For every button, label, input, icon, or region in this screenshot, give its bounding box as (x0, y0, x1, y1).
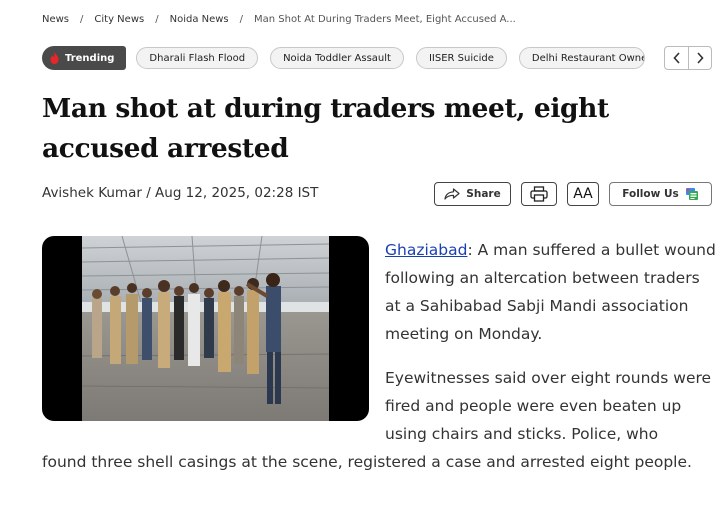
breadcrumb-noida-news[interactable]: Noida News (170, 14, 229, 25)
breadcrumb-separator: / (239, 13, 244, 25)
chevron-left-icon (672, 52, 680, 64)
follow-us-button[interactable]: Follow Us (609, 182, 712, 206)
trending-chip[interactable]: IISER Suicide (415, 47, 507, 69)
print-icon (530, 186, 548, 202)
trending-scroll-controls (664, 46, 712, 70)
breadcrumb-separator: / (155, 13, 159, 25)
trending-chip[interactable]: Dharali Flash Flood (136, 47, 259, 69)
article-paragraph: Eyewitnesses said over eight rounds were… (385, 369, 712, 443)
print-button[interactable] (521, 182, 557, 206)
share-button[interactable]: Share (434, 182, 511, 206)
share-label: Share (466, 188, 501, 200)
article-byline: Avishek Kumar / Aug 12, 2025, 02:28 IST (42, 185, 319, 201)
trending-chip[interactable]: Delhi Restaurant Owne (518, 47, 645, 69)
google-news-icon (685, 188, 698, 200)
breadcrumb-separator: / (80, 13, 84, 25)
trending-topics: Dharali Flash Flood Noida Toddler Assaul… (136, 47, 648, 69)
trending-bar: Trending Dharali Flash Flood Noida Toddl… (42, 46, 712, 70)
font-size-button[interactable]: AA (567, 182, 599, 206)
trending-chip[interactable]: Noida Toddler Assault (270, 47, 404, 69)
breadcrumb-current: Man Shot At During Traders Meet, Eight A… (254, 13, 516, 25)
article-paragraph-continued: found three shell casings at the scene, … (42, 453, 692, 471)
breadcrumb: News / City News / Noida News / Man Shot… (42, 11, 516, 27)
follow-label: Follow Us (622, 188, 679, 200)
breadcrumb-city-news[interactable]: City News (94, 14, 144, 25)
news-photo (82, 236, 329, 421)
article-video[interactable] (42, 236, 369, 421)
chevron-right-icon (697, 52, 704, 64)
scroll-right-button[interactable] (688, 47, 711, 69)
share-icon (444, 188, 460, 200)
trending-badge: Trending (42, 46, 127, 70)
article-paragraph: Ghaziabad: A man suffered a bullet wound… (385, 236, 720, 348)
article-headline: Man shot at during traders meet, eight a… (42, 93, 609, 164)
location-link[interactable]: Ghaziabad (385, 241, 467, 259)
breadcrumb-news[interactable]: News (42, 14, 69, 25)
trending-label: Trending (65, 52, 115, 64)
flame-icon (50, 52, 59, 64)
scroll-left-button[interactable] (665, 47, 688, 69)
